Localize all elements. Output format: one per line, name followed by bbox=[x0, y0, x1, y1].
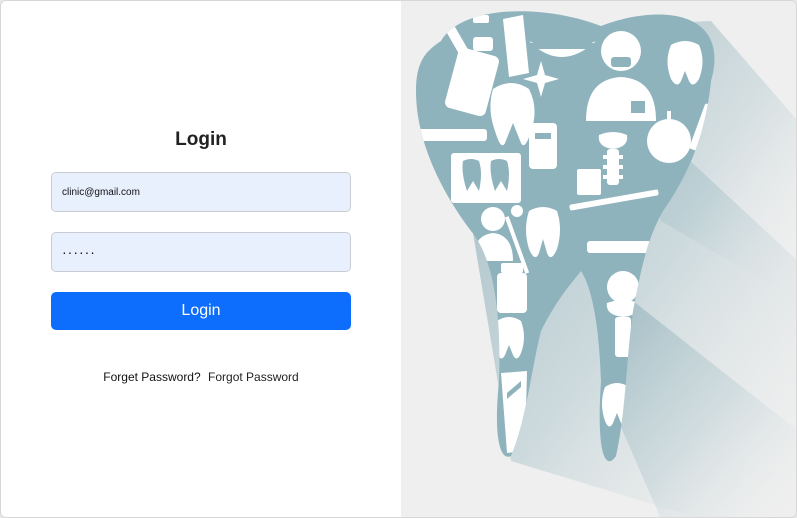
login-panel: Login Login Forget Password? Forgot Pass… bbox=[1, 1, 401, 517]
email-input[interactable] bbox=[51, 172, 351, 212]
dental-illustration-panel bbox=[401, 1, 796, 517]
password-input[interactable] bbox=[51, 232, 351, 272]
login-title: Login bbox=[175, 129, 227, 150]
mouthwash-icon-2 bbox=[497, 263, 527, 313]
floss-icon bbox=[529, 123, 557, 169]
dental-illustration bbox=[416, 11, 796, 517]
forget-password-text: Forget Password? bbox=[103, 370, 201, 384]
dental-implant-icon bbox=[598, 132, 628, 185]
forgot-password-link[interactable]: Forgot Password bbox=[208, 370, 299, 384]
cup-icon bbox=[577, 169, 601, 195]
xray-panel-icon bbox=[451, 153, 521, 203]
login-button[interactable]: Login bbox=[51, 292, 351, 330]
login-window: Login Login Forget Password? Forgot Pass… bbox=[0, 0, 797, 518]
apple-icon-2 bbox=[607, 271, 639, 303]
forgot-password-row: Forget Password? Forgot Password bbox=[1, 370, 401, 384]
